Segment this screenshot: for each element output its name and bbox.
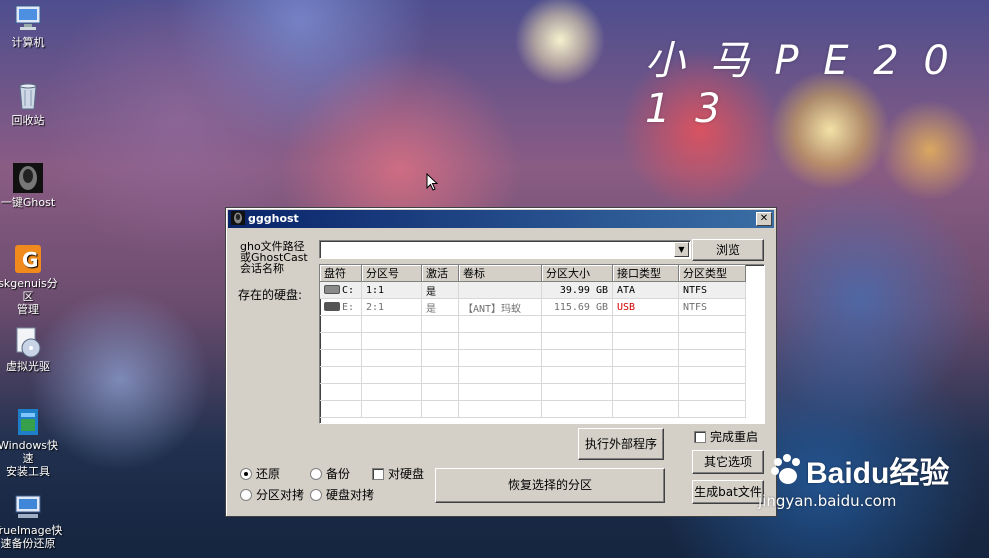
mode-disk-copy-radio[interactable]: 硬盘对拷 xyxy=(310,488,374,502)
desktop-icon-label: Windows快速 xyxy=(0,439,59,465)
baidu-url: jingyan.baidu.com xyxy=(758,492,897,510)
desktop-icon-windows-installer[interactable]: Windows快速 安装工具 xyxy=(0,405,63,478)
table-row[interactable]: E: 2:1 是 【ANT】玛蚁 115.69 GB USB NTFS xyxy=(320,298,746,316)
mouse-cursor-icon xyxy=(426,172,440,196)
table-row xyxy=(320,332,746,350)
restore-selected-partition-button[interactable]: 恢复选择的分区 xyxy=(435,468,665,503)
recycle-bin-icon xyxy=(12,80,44,112)
window-title: ggghost xyxy=(248,212,299,225)
svg-text:G: G xyxy=(22,248,38,272)
baidu-paw-icon xyxy=(768,452,804,488)
checkbox-icon xyxy=(372,468,384,480)
column-header[interactable]: 盘符 xyxy=(320,265,362,282)
column-header[interactable]: 激活 xyxy=(421,265,459,282)
generate-bat-button[interactable]: 生成bat文件 xyxy=(692,480,764,504)
checkbox-icon xyxy=(694,431,706,443)
mode-restore-radio[interactable]: 还原 xyxy=(240,467,280,481)
gho-path-input[interactable]: ▼ xyxy=(319,240,691,259)
windows-installer-icon xyxy=(12,405,44,437)
dropdown-arrow-icon[interactable]: ▼ xyxy=(674,242,689,257)
table-row xyxy=(320,315,746,333)
table-row xyxy=(320,366,746,384)
disks-label: 存在的硬盘: xyxy=(238,288,303,302)
desktop-icon-label: 虚拟光驱 xyxy=(6,360,50,373)
column-header[interactable]: 分区号 xyxy=(361,265,422,282)
trueimage-icon xyxy=(12,490,44,522)
desktop-icon-computer[interactable]: 计算机 xyxy=(0,2,63,49)
partition-table[interactable]: 盘符 分区号 激活 卷标 分区大小 接口类型 分区类型 C: 1:1 是 39.… xyxy=(319,264,765,424)
desktop-icon-label: 管理 xyxy=(17,303,39,316)
column-header[interactable]: 卷标 xyxy=(458,265,542,282)
close-button[interactable]: ✕ xyxy=(756,212,772,226)
desktop-icon-recycle-bin[interactable]: 回收站 xyxy=(0,80,63,127)
other-options-button[interactable]: 其它选项 xyxy=(692,450,764,474)
run-external-program-button[interactable]: 执行外部程序 xyxy=(578,428,664,460)
baidu-watermark: Baidu经验 jingyan.baidu.com xyxy=(758,448,950,510)
desktop-icon-label: 安装工具 xyxy=(6,465,50,478)
desktop-icon-label: 速备份还原 xyxy=(0,537,56,550)
desktop-icon-label: 回收站 xyxy=(11,114,45,127)
column-header[interactable]: 接口类型 xyxy=(612,265,679,282)
restart-checkbox[interactable]: 完成重启 xyxy=(694,430,758,444)
path-label: gho文件路径 或GhostCast 会话名称 xyxy=(240,240,308,275)
mode-partition-copy-radio[interactable]: 分区对拷 xyxy=(240,488,304,502)
computer-icon xyxy=(12,2,44,34)
table-row xyxy=(320,400,746,418)
radio-icon xyxy=(310,489,322,501)
desktop-logo: 小 马 P E 2 0 1 3 xyxy=(645,38,955,132)
column-header[interactable]: 分区类型 xyxy=(678,265,746,282)
desktop-icon-virtual-drive[interactable]: 虚拟光驱 xyxy=(0,326,63,373)
title-bar[interactable]: ggghost ✕ xyxy=(228,210,774,228)
desktop-icon-trueimage[interactable]: TrueImage快 速备份还原 xyxy=(0,490,63,550)
desktop-icon-label: 一键Ghost xyxy=(0,196,56,209)
radio-icon xyxy=(240,489,252,501)
table-header: 盘符 分区号 激活 卷标 分区大小 接口类型 分区类型 xyxy=(320,265,746,282)
table-row[interactable]: C: 1:1 是 39.99 GB ATA NTFS xyxy=(320,281,746,299)
table-row xyxy=(320,383,746,401)
radio-icon xyxy=(310,468,322,480)
hard-disk-icon xyxy=(324,284,340,294)
desktop-icon-label: skgenuis分区 xyxy=(0,277,58,303)
desktop-icon-diskgenius[interactable]: G skgenuis分区 管理 xyxy=(0,243,63,316)
baidu-brand: Baidu经验 xyxy=(806,457,950,490)
desktop-icon-label: TrueImage快 xyxy=(0,524,63,537)
virtual-drive-icon xyxy=(12,326,44,358)
desktop-icon-label: 计算机 xyxy=(11,36,45,49)
diskgenius-icon: G xyxy=(12,243,44,275)
table-row xyxy=(320,349,746,367)
ggghost-window: ggghost ✕ gho文件路径 或GhostCast 会话名称 ▼ 浏览 存… xyxy=(225,207,777,517)
ghost-icon xyxy=(12,162,44,194)
mode-backup-radio[interactable]: 备份 xyxy=(310,467,350,481)
browse-button[interactable]: 浏览 xyxy=(692,239,764,261)
usb-interface-cell: USB xyxy=(612,298,679,316)
desktop-icon-onekey-ghost[interactable]: 一键Ghost xyxy=(0,162,63,209)
usb-disk-icon xyxy=(324,301,340,311)
ghost-app-icon xyxy=(231,211,245,225)
to-disk-checkbox[interactable]: 对硬盘 xyxy=(372,467,424,481)
column-header[interactable]: 分区大小 xyxy=(541,265,613,282)
radio-selected-icon xyxy=(240,468,252,480)
